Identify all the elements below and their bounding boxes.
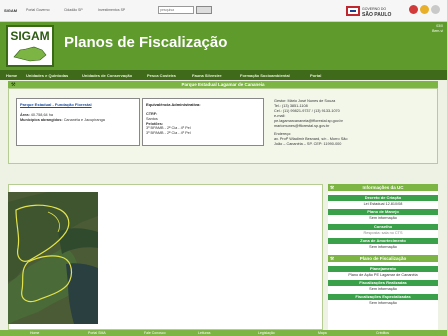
nav-portal[interactable]: Portal [310, 73, 321, 78]
satellite-map[interactable] [8, 192, 98, 324]
sidebar: ⚒ Informações da UC Decreto de Criação L… [328, 184, 438, 334]
nav-pesca-costeira[interactable]: Pesca Costeira [147, 73, 176, 78]
sigam-logo[interactable]: SIGAM [6, 25, 54, 67]
footer-home[interactable]: Home [30, 331, 39, 335]
wrench-icon[interactable]: ⚒ [330, 184, 334, 191]
nav-formacao-socioambiental[interactable]: Formação Socioambiental [240, 73, 290, 78]
plano-manejo-value: Sem informação [369, 216, 397, 220]
footer: Home Portal SMA Fale Conosco Leituras Le… [0, 330, 447, 336]
admin-equivalence-box: Equivalência Administrativa: CTRF: Santo… [142, 98, 264, 146]
footer-leituras[interactable]: Leituras [198, 331, 210, 335]
grey-icon[interactable] [431, 5, 440, 14]
sidebar-item-conselho[interactable]: Conselho [328, 224, 438, 230]
search-go-button[interactable] [196, 6, 212, 14]
fisc-realizadas-value: Sem informação [369, 287, 397, 291]
red-icon[interactable] [409, 5, 418, 14]
sidebar-item-plano-manejo[interactable]: Plano de Manejo [328, 209, 438, 215]
footer-portal-sma[interactable]: Portal SMA [88, 331, 106, 335]
footer-fale-conosco[interactable]: Fale Conosco [144, 331, 166, 335]
zona-value: Sem informação [369, 245, 397, 249]
footer-legislacao[interactable]: Legislação [258, 331, 275, 335]
conselho-value: Resposta: sala no CTS [363, 231, 403, 235]
link-investimentos-sp[interactable]: Investimentos SP [98, 8, 125, 12]
footer-mapa[interactable]: Mapa [318, 331, 327, 335]
top-bar: SIGAM Portal Governo Cidadão SP Investim… [0, 0, 447, 22]
fisc-especializadas-value: Sem informação [369, 301, 397, 305]
header: SIGAM Planos de Fiscalização 03/0 Bem-vi [0, 22, 447, 70]
main-nav: Home Unidades e Quintodas Unidades de Co… [0, 70, 447, 80]
gov-logo-text: SÃO PAULO [362, 11, 391, 18]
link-cidadao-sp[interactable]: Cidadão SP [64, 8, 83, 12]
top-brand: SIGAM [4, 8, 18, 13]
gestor-contact: Gestor: Mário José Nunes de Souza Tel.: … [274, 99, 348, 146]
nav-unidades-conservacao[interactable]: Unidades de Conservação [82, 73, 132, 78]
header-right-info: 03/0 Bem-vi [432, 24, 443, 33]
gov-sp-logo: GOVERNO DO SÃO PAULO [346, 6, 391, 18]
link-portal-governo[interactable]: Portal Governo [26, 8, 50, 12]
sp-map-icon [13, 46, 47, 62]
sidebar-title-fiscalizacao: ⚒ Plano de Fiscalização [328, 255, 438, 262]
wrench-icon[interactable]: ⚒ [330, 255, 334, 262]
sidebar-item-fisc-realizadas[interactable]: Fiscalizações Realizadas [328, 280, 438, 286]
footer-creditos[interactable]: Créditos [376, 331, 389, 335]
nav-home[interactable]: Home [6, 73, 17, 78]
search-input[interactable]: pesquisa [158, 6, 194, 14]
nav-unidades-quintodas[interactable]: Unidades e Quintodas [26, 73, 68, 78]
planejamento-value: Plano de Ação PE Lagamar de Cananéia [348, 273, 418, 277]
uc-main-box: Parque Estadual - Fundação Florestal Áre… [16, 98, 140, 146]
sidebar-item-decreto[interactable]: Decreto de Criação [328, 195, 438, 201]
sidebar-item-zona[interactable]: Zona de Amortecimento [328, 238, 438, 244]
sidebar-item-planejamento[interactable]: Planejamento [328, 266, 438, 272]
page-title: Planos de Fiscalização [64, 34, 228, 51]
sidebar-item-fisc-especializadas[interactable]: Fiscalizações Especializadas [328, 294, 438, 300]
uc-title-bar: ⚒ Parque Estadual Lagamar de Cananeia [8, 81, 438, 88]
gov-logo-sub: GOVERNO DO [362, 7, 386, 11]
yellow-icon[interactable] [420, 5, 429, 14]
nav-fauna-silvestre[interactable]: Fauna Silvestre [192, 73, 222, 78]
sigam-logo-text: SIGAM [10, 29, 50, 43]
sidebar-title-info: ⚒ Informações da UC [328, 184, 438, 191]
decreto-value: Lei Estadual 12.810/08 [363, 202, 403, 206]
